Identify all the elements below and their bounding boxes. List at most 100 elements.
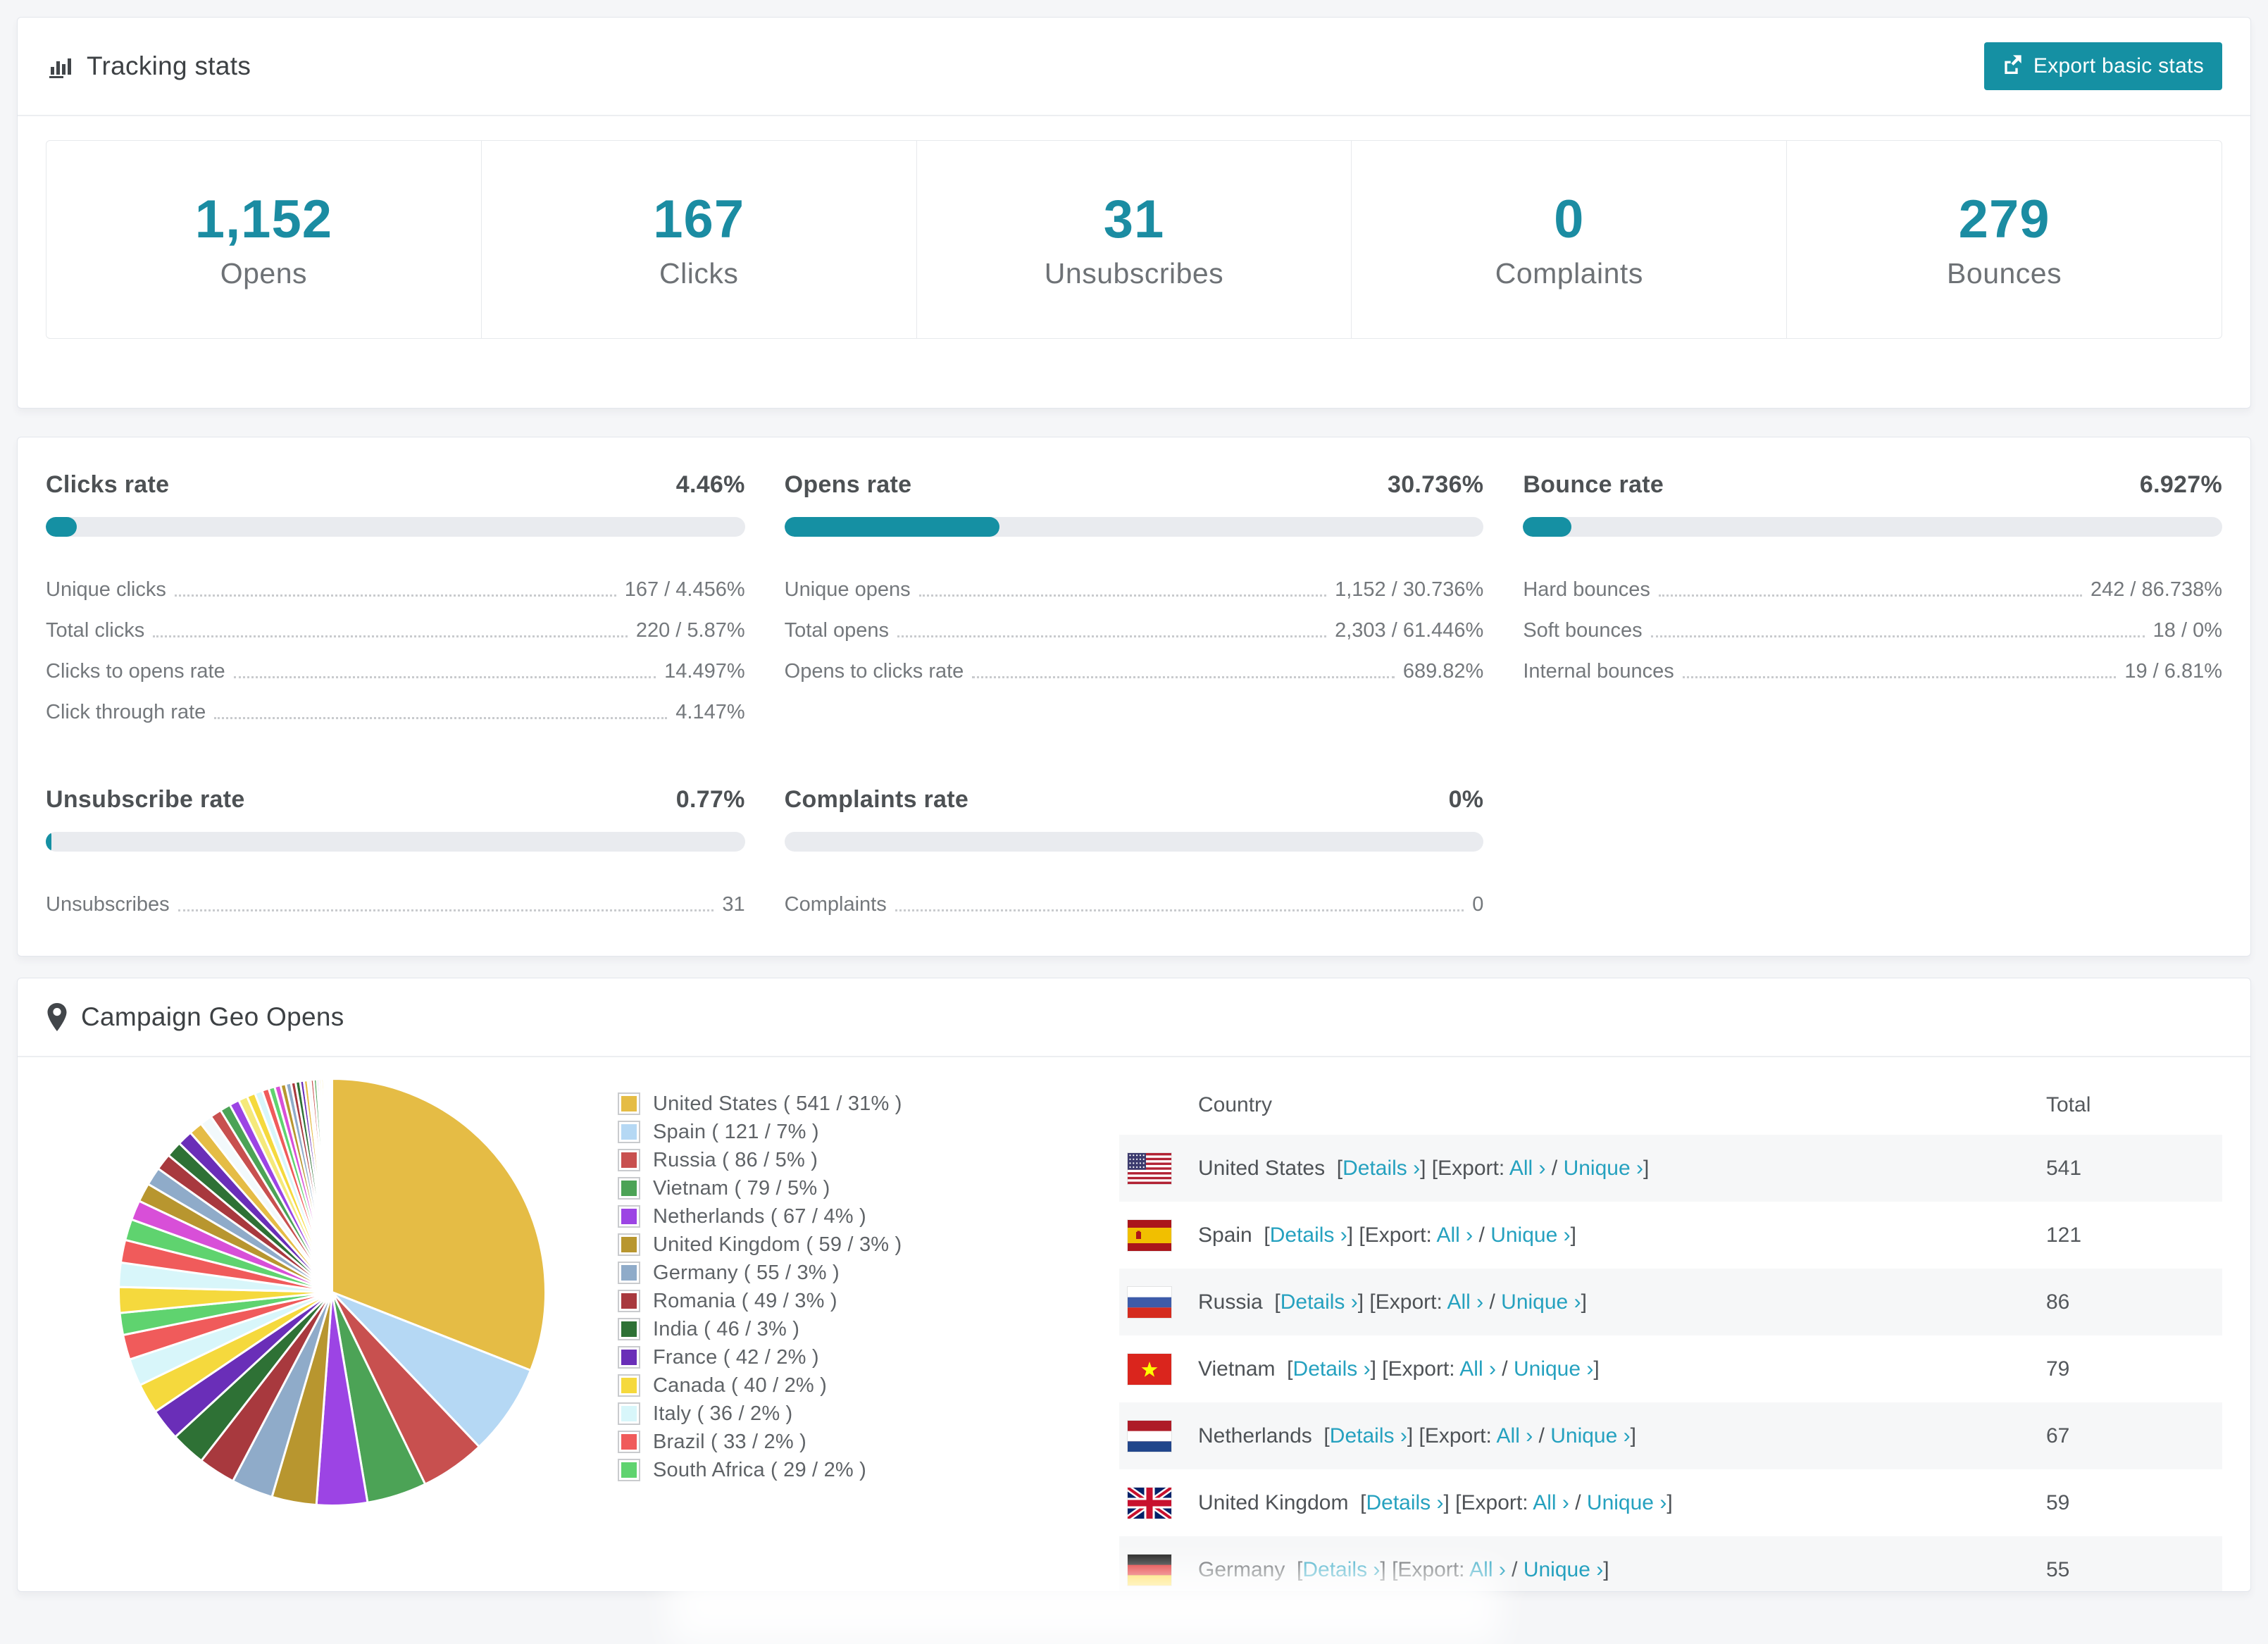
details-link[interactable]: Details › <box>1293 1357 1371 1381</box>
rate-title: Unsubscribe rate <box>46 786 245 813</box>
legend-label: India ( 46 / 3% ) <box>653 1317 800 1340</box>
progress-fill <box>784 517 999 537</box>
rate-detail-row: Click through rate 4.147% <box>46 683 745 724</box>
geo-country-cell: Netherlands [Details ›] [Export: All › /… <box>1198 1424 1636 1447</box>
dotted-leader <box>1650 635 2145 637</box>
details-link[interactable]: Details › <box>1302 1558 1380 1581</box>
rates-card: Clicks rate 4.46% Unique clicks 167 / 4.… <box>17 437 2251 957</box>
details-link[interactable]: Details › <box>1281 1290 1358 1314</box>
pie-legend: United States ( 541 / 31% ) Spain ( 121 … <box>618 1076 1119 1591</box>
export-unique-link[interactable]: Unique › <box>1587 1491 1666 1514</box>
legend-item: United States ( 541 / 31% ) <box>618 1090 1119 1118</box>
flag-us-icon <box>1128 1152 1171 1184</box>
dotted-leader <box>177 909 714 911</box>
stat-label: Opens <box>220 257 308 289</box>
rate-card-3: Unsubscribe rate 0.77% Unsubscribes 31 <box>46 786 745 916</box>
export-basic-stats-button[interactable]: Export basic stats <box>1983 42 2222 90</box>
geo-total-cell: 59 <box>2046 1490 2070 1514</box>
rate-detail-value: 167 / 4.456% <box>624 578 745 601</box>
legend-item: Canada ( 40 / 2% ) <box>618 1371 1119 1400</box>
legend-label: United Kingdom ( 59 / 3% ) <box>653 1233 902 1256</box>
dotted-leader <box>918 594 1327 597</box>
export-unique-link[interactable]: Unique › <box>1550 1424 1630 1447</box>
stat-value: 167 <box>653 189 745 249</box>
details-link[interactable]: Details › <box>1366 1491 1443 1514</box>
export-all-link[interactable]: All › <box>1469 1558 1506 1581</box>
geo-table-header: Country Total <box>1119 1076 2222 1135</box>
rate-detail-label: Opens to clicks rate <box>784 660 964 683</box>
export-all-link[interactable]: All › <box>1437 1223 1473 1247</box>
stat-label: Bounces <box>1947 257 2062 289</box>
dotted-leader <box>1682 676 2117 678</box>
geo-country-cell: United States [Details ›] [Export: All ›… <box>1198 1156 1650 1180</box>
rate-detail-value: 4.147% <box>675 701 745 723</box>
rate-detail-row: Complaints 0 <box>785 876 1484 916</box>
flag-nl-icon <box>1128 1420 1171 1452</box>
export-all-link[interactable]: All › <box>1447 1290 1483 1314</box>
export-all-link[interactable]: All › <box>1497 1424 1533 1447</box>
progress-track <box>1523 517 2222 537</box>
rate-value: 30.736% <box>1388 471 1484 498</box>
rate-detail-row: Hard bounces 242 / 86.738% <box>1523 561 2222 602</box>
legend-swatch <box>618 1459 640 1481</box>
rate-detail-value: 0 <box>1472 893 1484 916</box>
legend-item: Germany ( 55 / 3% ) <box>618 1259 1119 1287</box>
dotted-leader <box>1658 594 2082 597</box>
geo-total-cell: 67 <box>2046 1424 2070 1447</box>
stat-value: 31 <box>1103 189 1165 249</box>
export-unique-link[interactable]: Unique › <box>1490 1223 1570 1247</box>
stats-summary-row: 1,152 Opens 167 Clicks 31 Unsubscribes 0… <box>46 140 2222 339</box>
tracking-stats-title: Tracking stats <box>46 51 251 81</box>
pie-slice <box>330 1077 333 1293</box>
rate-detail-value: 242 / 86.738% <box>2090 578 2222 601</box>
rate-detail-label: Unique opens <box>784 578 911 601</box>
legend-item: Netherlands ( 67 / 4% ) <box>618 1202 1119 1231</box>
export-unique-link[interactable]: Unique › <box>1514 1357 1593 1381</box>
flag-vn-icon <box>1128 1353 1171 1385</box>
rate-detail-label: Total opens <box>784 619 889 642</box>
geo-country-cell: Germany [Details ›] [Export: All › / Uni… <box>1198 1557 1609 1581</box>
rate-detail-label: Internal bounces <box>1523 660 1674 683</box>
details-link[interactable]: Details › <box>1330 1424 1407 1447</box>
rate-detail-value: 220 / 5.87% <box>635 619 745 642</box>
stat-box-complaints: 0 Complaints <box>1352 141 1788 338</box>
legend-swatch <box>618 1346 640 1369</box>
stat-box-clicks: 167 Clicks <box>482 141 917 338</box>
details-link[interactable]: Details › <box>1342 1157 1420 1180</box>
dotted-leader <box>174 594 616 597</box>
rate-card-1: Opens rate 30.736% Unique opens 1,152 / … <box>784 471 1484 724</box>
rate-detail-label: Total clicks <box>46 619 145 642</box>
flag-es-icon <box>1128 1219 1171 1251</box>
rate-detail-row: Total opens 2,303 / 61.446% <box>785 602 1484 642</box>
legend-swatch <box>618 1262 640 1284</box>
rate-value: 6.927% <box>2139 471 2222 498</box>
export-unique-link[interactable]: Unique › <box>1524 1558 1603 1581</box>
progress-fill <box>46 517 77 537</box>
export-unique-link[interactable]: Unique › <box>1564 1157 1643 1180</box>
stat-box-bounces: 279 Bounces <box>1787 141 2222 338</box>
export-all-link[interactable]: All › <box>1459 1357 1496 1381</box>
details-link[interactable]: Details › <box>1270 1223 1347 1247</box>
geo-opens-title-text: Campaign Geo Opens <box>81 1002 344 1031</box>
flag-ru-icon <box>1128 1286 1171 1318</box>
rate-detail-value: 14.497% <box>664 660 745 683</box>
tracking-stats-title-text: Tracking stats <box>87 51 251 80</box>
rate-detail-value: 18 / 0% <box>2152 619 2222 642</box>
export-all-link[interactable]: All › <box>1509 1157 1546 1180</box>
rate-detail-label: Hard bounces <box>1523 578 1650 601</box>
export-all-link[interactable]: All › <box>1533 1491 1569 1514</box>
stat-value: 279 <box>1958 189 2050 249</box>
rate-card-4: Complaints rate 0% Complaints 0 <box>784 786 1484 916</box>
map-pin-icon <box>46 1002 68 1032</box>
legend-item: India ( 46 / 3% ) <box>618 1315 1119 1343</box>
legend-item: Vietnam ( 79 / 5% ) <box>618 1174 1119 1202</box>
export-unique-link[interactable]: Unique › <box>1501 1290 1581 1314</box>
legend-label: South Africa ( 29 / 2% ) <box>653 1458 866 1481</box>
flag-de-icon <box>1128 1554 1171 1586</box>
rate-detail-row: Opens to clicks rate 689.82% <box>785 642 1484 683</box>
geo-opens-title: Campaign Geo Opens <box>46 1002 344 1032</box>
legend-item: France ( 42 / 2% ) <box>618 1343 1119 1371</box>
geo-country-cell: United Kingdom [Details ›] [Export: All … <box>1198 1490 1673 1514</box>
legend-swatch <box>618 1121 640 1143</box>
geo-table-header-country: Country <box>1198 1093 1273 1116</box>
